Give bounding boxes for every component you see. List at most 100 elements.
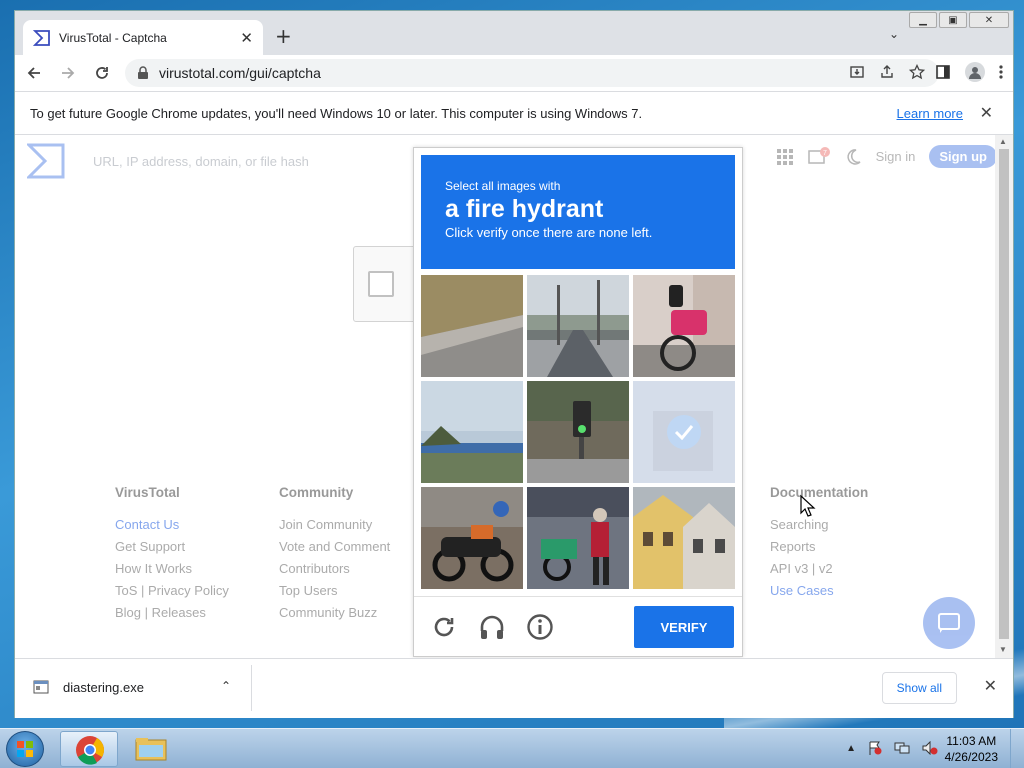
url-text: virustotal.com/gui/captcha <box>159 65 321 81</box>
dark-mode-moon-icon[interactable] <box>844 148 862 166</box>
back-arrow-icon <box>27 67 40 79</box>
show-all-button[interactable]: Show all <box>881 672 957 704</box>
captcha-tile-2[interactable] <box>527 275 629 377</box>
forward-button[interactable] <box>53 58 83 88</box>
verify-button[interactable]: VERIFY <box>634 606 734 648</box>
address-bar[interactable]: virustotal.com/gui/captcha <box>125 59 939 87</box>
footer-col-documentation: Documentation Searching Reports API v3 |… <box>770 485 868 602</box>
footer-link-how-it-works[interactable]: How It Works <box>115 558 229 580</box>
reload-button[interactable] <box>87 58 117 88</box>
sign-in-link[interactable]: Sign in <box>876 149 916 164</box>
captcha-tile-8[interactable] <box>527 487 629 589</box>
footer-link-join-community[interactable]: Join Community <box>279 514 390 536</box>
captcha-tile-1[interactable] <box>421 275 523 377</box>
close-window-button[interactable]: ✕ <box>969 12 1009 28</box>
install-app-icon[interactable] <box>849 64 865 80</box>
footer-link-community-buzz[interactable]: Community Buzz <box>279 602 390 624</box>
footer-link-vote-comment[interactable]: Vote and Comment <box>279 536 390 558</box>
captcha-tile-5[interactable] <box>527 381 629 483</box>
profile-avatar-icon[interactable] <box>965 62 985 82</box>
tray-expand-icon[interactable]: ▲ <box>846 743 856 754</box>
tab-virustotal[interactable]: VirusTotal - Captcha ✕ <box>23 20 263 55</box>
taskbar-explorer[interactable] <box>122 731 180 767</box>
footer-link-tos[interactable]: ToS | Privacy Policy <box>115 580 229 602</box>
update-infobar: To get future Google Chrome updates, you… <box>15 91 1013 135</box>
download-options-chevron-icon[interactable]: ⌃ <box>221 679 231 693</box>
taskbar-clock[interactable]: 11:03 AM 4/26/2023 <box>945 733 998 765</box>
captcha-tile-4[interactable] <box>421 381 523 483</box>
footer-col-community: Community Join Community Vote and Commen… <box>279 485 390 624</box>
info-icon[interactable] <box>526 613 554 641</box>
network-icon[interactable] <box>894 741 910 755</box>
tab-close-icon[interactable]: ✕ <box>240 29 253 47</box>
notification-count: 7 <box>823 150 827 157</box>
footer-heading: VirusTotal <box>115 485 180 500</box>
scroll-thumb[interactable] <box>999 149 1009 639</box>
show-desktop-button[interactable] <box>1010 729 1024 768</box>
system-tray: ▲ <box>846 741 938 755</box>
share-icon[interactable] <box>879 64 895 80</box>
virustotal-favicon-icon <box>33 29 50 46</box>
tab-strip: VirusTotal - Captcha ✕ + ⌄ ▁ ▣ ✕ <box>15 11 1013 55</box>
windows-taskbar: ▲ 11:03 AM 4/26/2023 <box>0 728 1024 768</box>
apps-grid-icon[interactable] <box>776 148 794 166</box>
captcha-prompt: Select all images with <box>445 179 561 193</box>
captcha-tile-3[interactable] <box>633 275 735 377</box>
reload-icon <box>96 67 108 79</box>
minimize-button[interactable]: ▁ <box>909 12 937 28</box>
selected-check-icon <box>667 415 701 449</box>
infobar-close-icon[interactable]: ✕ <box>980 103 993 122</box>
new-tab-button[interactable]: + <box>275 24 292 48</box>
maximize-button[interactable]: ▣ <box>939 12 967 28</box>
menu-kebab-icon[interactable] <box>999 64 1003 80</box>
start-button[interactable] <box>6 731 44 767</box>
download-filename: diastering.exe <box>63 679 144 695</box>
volume-muted-icon[interactable] <box>922 741 938 755</box>
footer-link-searching[interactable]: Searching <box>770 514 868 536</box>
footer-link-top-users[interactable]: Top Users <box>279 580 390 602</box>
captcha-tile-9[interactable] <box>633 487 735 589</box>
page-scrollbar[interactable]: ▲ ▼ <box>995 135 1013 658</box>
windows-logo-icon <box>17 741 33 757</box>
chrome-icon <box>76 736 104 765</box>
download-bar-close-icon[interactable]: ✕ <box>984 676 997 695</box>
footer-link-blog[interactable]: Blog | Releases <box>115 602 229 624</box>
taskbar-chrome[interactable] <box>60 731 118 767</box>
notifications-icon[interactable]: 7 <box>807 146 830 167</box>
refresh-icon[interactable] <box>430 613 458 641</box>
action-center-flag-icon[interactable] <box>868 741 882 755</box>
footer-heading: Documentation <box>770 485 869 500</box>
vt-search-input[interactable]: URL, IP address, domain, or file hash <box>93 154 309 169</box>
lock-icon <box>138 66 148 79</box>
chat-button[interactable] <box>923 597 975 649</box>
tab-search-icon[interactable]: ⌄ <box>889 27 899 41</box>
captcha-tile-6-selected[interactable] <box>633 381 735 483</box>
captcha-challenge: Select all images with a fire hydrant Cl… <box>413 147 743 657</box>
sign-up-button[interactable]: Sign up <box>929 145 997 168</box>
captcha-target: a fire hydrant <box>445 195 604 223</box>
footer-link-contributors[interactable]: Contributors <box>279 558 390 580</box>
clock-time: 11:03 AM <box>946 734 997 748</box>
footer-link-api[interactable]: API v3 | v2 <box>770 558 868 580</box>
captcha-tile-7[interactable] <box>421 487 523 589</box>
footer-heading: Community <box>279 485 354 500</box>
bookmark-star-icon[interactable] <box>909 64 925 80</box>
learn-more-link[interactable]: Learn more <box>897 106 963 121</box>
tab-title: VirusTotal - Captcha <box>59 30 167 45</box>
audio-headphones-icon[interactable] <box>478 613 506 641</box>
executable-file-icon <box>33 680 49 694</box>
footer-link-reports[interactable]: Reports <box>770 536 868 558</box>
back-button[interactable] <box>19 58 49 88</box>
download-item[interactable]: diastering.exe <box>33 679 144 695</box>
mouse-cursor-icon <box>800 495 816 517</box>
footer-link-use-cases[interactable]: Use Cases <box>770 580 868 602</box>
side-panel-icon[interactable] <box>935 64 951 80</box>
scroll-up-icon[interactable]: ▲ <box>999 137 1007 146</box>
captcha-checkbox[interactable] <box>368 271 394 297</box>
scroll-down-icon[interactable]: ▼ <box>999 645 1007 654</box>
footer-link-get-support[interactable]: Get Support <box>115 536 229 558</box>
virustotal-logo-icon[interactable] <box>27 143 65 179</box>
toolbar: virustotal.com/gui/captcha <box>15 55 1013 91</box>
captcha-image-grid <box>421 275 737 591</box>
footer-link-contact-us[interactable]: Contact Us <box>115 514 229 536</box>
